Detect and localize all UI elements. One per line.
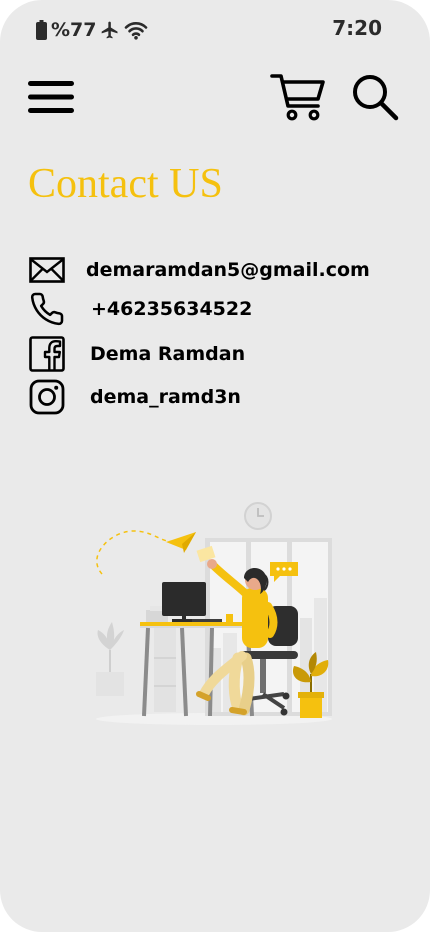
page-title: Contact US	[28, 161, 223, 207]
contact-instagram-row[interactable]: dema_ramd3n	[28, 378, 241, 416]
contact-email-row[interactable]: demaramdan5@gmail.com	[28, 251, 370, 289]
status-bar-left: %77	[36, 17, 148, 43]
phone-icon	[28, 290, 66, 328]
battery-icon	[36, 20, 47, 40]
instagram-icon	[28, 378, 66, 416]
contact-phone[interactable]: +46235634522	[91, 298, 252, 320]
airplane-icon	[100, 20, 120, 40]
wifi-icon	[124, 20, 148, 40]
contact-email[interactable]: demaramdan5@gmail.com	[86, 259, 370, 281]
contact-instagram[interactable]: dema_ramd3n	[90, 386, 241, 408]
facebook-icon	[28, 335, 66, 373]
contact-facebook[interactable]: Dema Ramdan	[90, 343, 245, 365]
mail-icon	[28, 251, 66, 289]
contact-facebook-row[interactable]: Dema Ramdan	[28, 335, 245, 373]
shopping-cart-icon[interactable]	[270, 72, 326, 122]
status-time: 7:20	[332, 16, 382, 40]
contact-phone-row[interactable]: +46235634522	[28, 290, 252, 328]
woman-at-desk-illustration	[92, 498, 338, 728]
battery-percentage: %77	[51, 19, 97, 41]
search-icon[interactable]	[351, 73, 399, 121]
phone-screen: %77 7:20 Contact US demaramdan5@gmail.co…	[0, 0, 430, 932]
hamburger-menu-icon[interactable]	[28, 79, 76, 115]
